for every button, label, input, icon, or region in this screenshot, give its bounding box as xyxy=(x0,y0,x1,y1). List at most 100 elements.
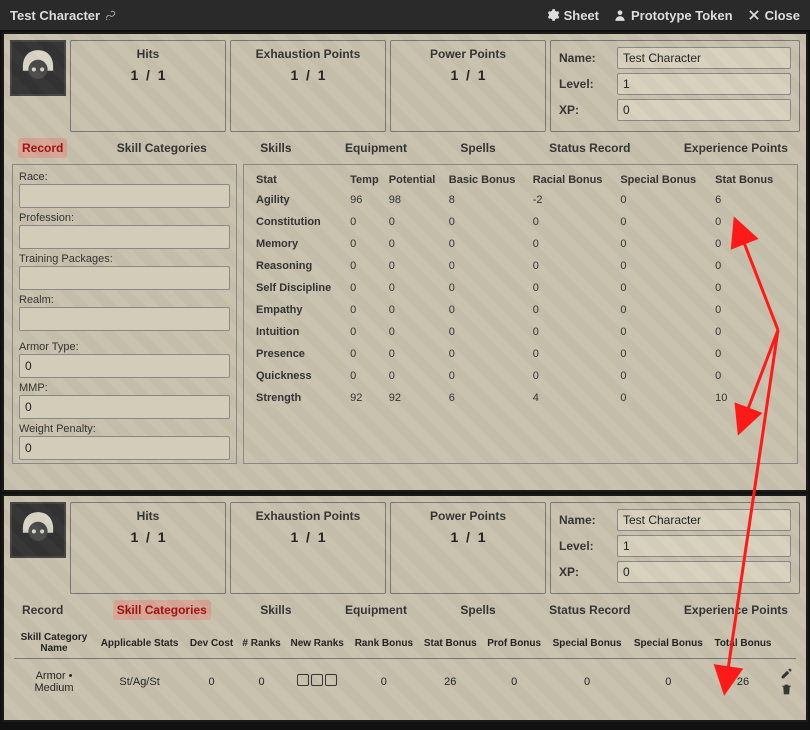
tab-status-record[interactable]: Status Record xyxy=(545,600,634,620)
profession-label: Profession: xyxy=(19,212,230,224)
tab-experience-points[interactable]: Experience Points xyxy=(680,138,792,158)
stat-cell-racial: 0 xyxy=(531,233,619,255)
stat-cell-temp: 0 xyxy=(348,365,387,387)
sheet-button[interactable]: Sheet xyxy=(546,8,599,23)
stat-cell-potential: 0 xyxy=(387,255,447,277)
sc-dev-cost: 0 xyxy=(185,659,238,705)
realm-input[interactable] xyxy=(19,307,230,331)
stat-row: Memory000000 xyxy=(254,233,787,255)
tab-status-record[interactable]: Status Record xyxy=(545,138,634,158)
avatar-icon xyxy=(16,508,60,552)
col-basic-bonus: Basic Bonus xyxy=(447,171,531,189)
xp-input[interactable] xyxy=(617,99,791,121)
edit-icon[interactable] xyxy=(780,667,793,680)
stat-row: Constitution000000 xyxy=(254,211,787,233)
sc-col-name: Skill Category Name xyxy=(14,628,94,659)
stat-cell-name: Quickness xyxy=(254,365,348,387)
name-input[interactable] xyxy=(617,509,791,531)
tab-skills[interactable]: Skills xyxy=(256,138,295,158)
avatar[interactable] xyxy=(10,502,66,558)
exhaustion-box: Exhaustion Points 1 / 1 xyxy=(230,502,386,594)
stat-cell-temp: 0 xyxy=(348,211,387,233)
sc-new-ranks[interactable] xyxy=(285,659,349,705)
stat-cell-racial: 0 xyxy=(531,299,619,321)
tab-spells[interactable]: Spells xyxy=(456,600,499,620)
tab-record[interactable]: Record xyxy=(18,600,67,620)
sc-rank-bonus: 0 xyxy=(349,659,418,705)
identity-box: Name: Level: XP: xyxy=(550,40,800,132)
stat-cell-potential: 0 xyxy=(387,343,447,365)
realm-label: Realm: xyxy=(19,294,230,306)
tab-equipment[interactable]: Equipment xyxy=(341,600,411,620)
level-input[interactable] xyxy=(617,535,791,557)
stat-cell-basic: 6 xyxy=(447,387,531,409)
tab-spells[interactable]: Spells xyxy=(456,138,499,158)
level-label: Level: xyxy=(559,539,611,553)
tab-skills[interactable]: Skills xyxy=(256,600,295,620)
stat-cell-racial: 4 xyxy=(531,387,619,409)
stat-row: Quickness000000 xyxy=(254,365,787,387)
col-temp: Temp xyxy=(348,171,387,189)
tab-skill-categories[interactable]: Skill Categories xyxy=(113,138,211,158)
sc-col-total: Total Bonus xyxy=(709,628,777,659)
sheet-label: Sheet xyxy=(564,8,599,23)
tab-experience-points[interactable]: Experience Points xyxy=(680,600,792,620)
tab-record[interactable]: Record xyxy=(18,138,67,158)
avatar[interactable] xyxy=(10,40,66,96)
stat-cell-special: 0 xyxy=(618,189,713,211)
stat-cell-racial: 0 xyxy=(531,211,619,233)
hits-max: 1 xyxy=(158,67,166,83)
skill-category-row: Armor •Medium St/Ag/St 0 0 0 26 0 0 0 26 xyxy=(14,659,796,705)
stat-row: Agility96988-206 xyxy=(254,189,787,211)
profession-input[interactable] xyxy=(19,225,230,249)
sc-col-stat-bonus: Stat Bonus xyxy=(419,628,482,659)
stat-cell-basic: 0 xyxy=(447,343,531,365)
xp-input[interactable] xyxy=(617,561,791,583)
sc-stat-bonus: 26 xyxy=(419,659,482,705)
exhaustion-label: Exhaustion Points xyxy=(235,47,381,61)
trash-icon[interactable] xyxy=(780,683,793,696)
name-input[interactable] xyxy=(617,47,791,69)
stat-cell-stat: 0 xyxy=(713,321,787,343)
stat-cell-special: 0 xyxy=(618,299,713,321)
stat-cell-name: Presence xyxy=(254,343,348,365)
stat-cell-potential: 0 xyxy=(387,321,447,343)
sc-prof-bonus: 0 xyxy=(482,659,547,705)
sc-special1: 0 xyxy=(546,659,627,705)
level-input[interactable] xyxy=(617,73,791,95)
stat-cell-stat: 0 xyxy=(713,343,787,365)
sc-total-bonus: 26 xyxy=(709,659,777,705)
stat-cell-temp: 0 xyxy=(348,299,387,321)
col-special-bonus: Special Bonus xyxy=(618,171,713,189)
power-label: Power Points xyxy=(395,47,541,61)
prototype-label: Prototype Token xyxy=(631,8,733,23)
mmp-input[interactable] xyxy=(19,395,230,419)
tab-skill-categories[interactable]: Skill Categories xyxy=(113,600,211,620)
skill-category-table: Skill Category Name Applicable Stats Dev… xyxy=(4,626,806,712)
stat-row: Self Discipline000000 xyxy=(254,277,787,299)
sc-col-special2: Special Bonus xyxy=(628,628,709,659)
training-input[interactable] xyxy=(19,266,230,290)
armor-type-input[interactable] xyxy=(19,354,230,378)
stat-row: Intuition000000 xyxy=(254,321,787,343)
stat-cell-potential: 0 xyxy=(387,299,447,321)
stat-cell-special: 0 xyxy=(618,387,713,409)
weight-penalty-input[interactable] xyxy=(19,436,230,460)
stat-row: Reasoning000000 xyxy=(254,255,787,277)
sc-special2: 0 xyxy=(628,659,709,705)
close-button[interactable]: Close xyxy=(747,8,800,23)
stat-cell-racial: 0 xyxy=(531,365,619,387)
stat-cell-racial: 0 xyxy=(531,321,619,343)
tab-equipment[interactable]: Equipment xyxy=(341,138,411,158)
stat-cell-basic: 8 xyxy=(447,189,531,211)
stat-cell-special: 0 xyxy=(618,211,713,233)
stat-cell-basic: 0 xyxy=(447,233,531,255)
skill-header-row: Hits 1 / 1 Exhaustion Points 1 / 1 Power… xyxy=(4,496,806,600)
col-racial-bonus: Racial Bonus xyxy=(531,171,619,189)
stat-cell-stat: 0 xyxy=(713,233,787,255)
stat-cell-special: 0 xyxy=(618,321,713,343)
exhaustion-current: 1 xyxy=(290,67,298,83)
prototype-token-button[interactable]: Prototype Token xyxy=(613,8,733,23)
record-header-row: Hits 1 / 1 Exhaustion Points 1 / 1 Power… xyxy=(4,34,806,138)
race-input[interactable] xyxy=(19,184,230,208)
